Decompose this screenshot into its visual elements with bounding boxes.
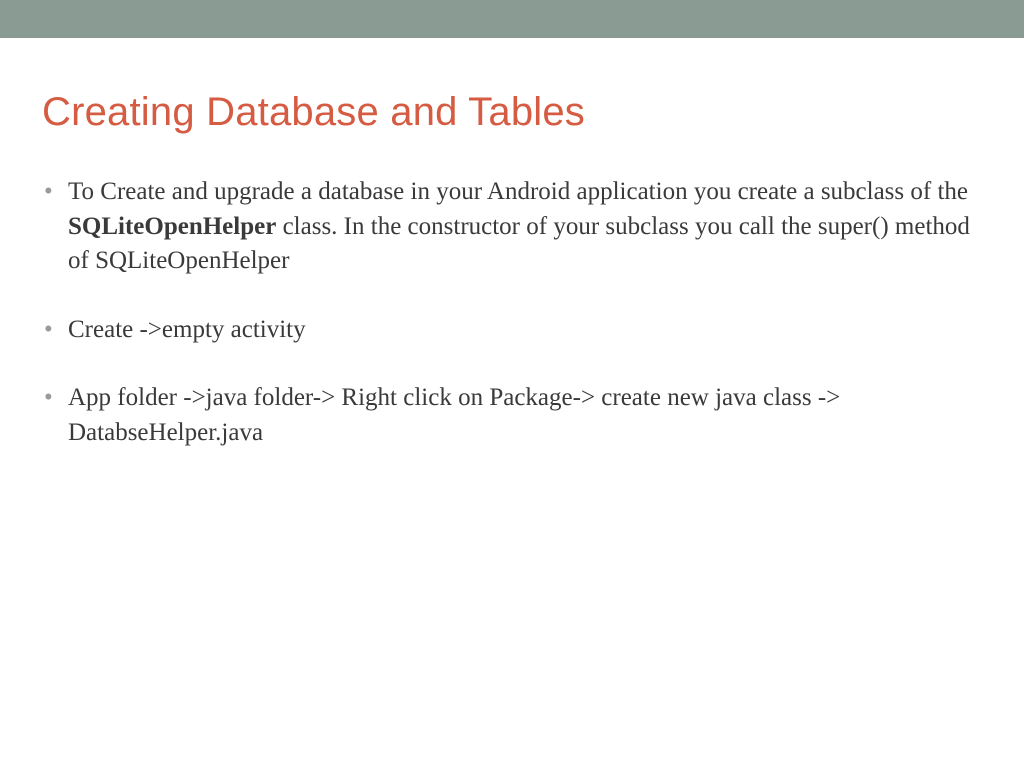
slide-title: Creating Database and Tables [42,90,982,135]
list-item: Create ->empty activity [42,313,982,348]
bullet-text: App folder ->java folder-> Right click o… [68,384,840,446]
bullet-text-pre: To Create and upgrade a database in your… [68,178,968,205]
bullet-text: Create ->empty activity [68,316,306,343]
slide-top-bar [0,0,1024,38]
bullet-text-bold: SQLiteOpenHelper [68,213,276,240]
list-item: App folder ->java folder-> Right click o… [42,381,982,450]
list-item: To Create and upgrade a database in your… [42,175,982,279]
slide-content: Creating Database and Tables To Create a… [0,38,1024,450]
bullet-list: To Create and upgrade a database in your… [42,175,982,450]
